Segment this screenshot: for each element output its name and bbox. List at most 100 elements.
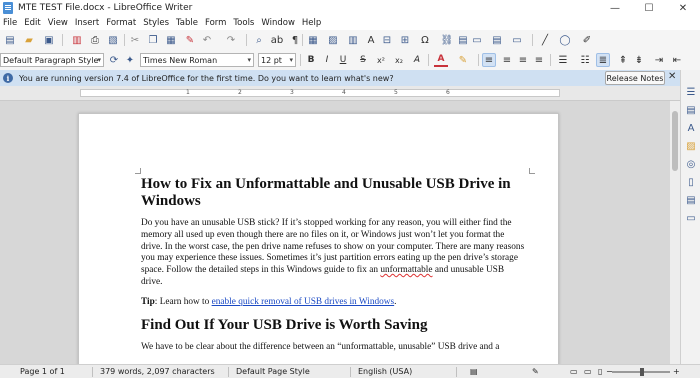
menu-insert[interactable]: Insert	[72, 18, 103, 28]
document-canvas[interactable]: How to Fix an Unformattable and Unusable…	[0, 101, 680, 364]
redo-icon[interactable]: ↷	[224, 33, 238, 47]
numbered-list-icon[interactable]: ☷	[578, 53, 592, 67]
styles-icon[interactable]: A	[685, 122, 697, 134]
increase-indent-icon[interactable]: ⇥	[652, 53, 666, 67]
menu-edit[interactable]: Edit	[21, 18, 44, 28]
document-body[interactable]: How to Fix an Unformattable and Unusable…	[141, 176, 526, 361]
zoom-slider-handle[interactable]	[640, 368, 644, 376]
minimize-icon[interactable]: —	[598, 0, 632, 16]
properties-icon[interactable]: ▤	[685, 104, 697, 116]
single-page-view-icon[interactable]: ▭	[570, 367, 578, 376]
underline-icon[interactable]: U	[336, 53, 350, 67]
menu-styles[interactable]: Styles	[140, 18, 173, 28]
paragraph-style-combo[interactable]: Default Paragraph Style ▾	[0, 53, 104, 67]
align-center-icon[interactable]: ≡	[500, 53, 514, 67]
update-style-icon[interactable]: ⟳	[107, 53, 121, 67]
insert-page-break-icon[interactable]: ⊟	[380, 33, 394, 47]
new-document-icon[interactable]: ▤	[3, 33, 17, 47]
scrollbar-thumb[interactable]	[672, 111, 678, 171]
bullet-list-icon[interactable]: ☰	[556, 53, 570, 67]
paste-icon[interactable]: ▦	[164, 33, 178, 47]
draw-functions-icon[interactable]: ✐	[580, 33, 594, 47]
spelling-icon[interactable]: ab	[270, 33, 284, 47]
save-icon[interactable]: ▣	[42, 33, 56, 47]
footnote-icon[interactable]: ▤	[456, 33, 470, 47]
insert-textbox-icon[interactable]: A	[364, 33, 378, 47]
basic-shapes-icon[interactable]: ◯	[558, 33, 572, 47]
maximize-icon[interactable]: ☐	[632, 0, 666, 16]
menu-file[interactable]: File	[0, 18, 21, 28]
menu-view[interactable]: View	[45, 18, 72, 28]
insert-line-icon[interactable]: ╱	[538, 33, 552, 47]
tip-link[interactable]: enable quick removal of USB drives in Wi…	[212, 297, 395, 307]
infobar-close-icon[interactable]: ✕	[668, 71, 676, 82]
line-spacing-icon[interactable]: ≣	[596, 53, 610, 67]
horizontal-ruler[interactable]: 1 2 3 4 5 6	[0, 86, 680, 101]
export-pdf-icon[interactable]: ▥	[70, 33, 84, 47]
strikethrough-icon[interactable]: S	[356, 53, 370, 67]
menu-format[interactable]: Format	[103, 18, 140, 28]
copy-icon[interactable]: ❐	[146, 33, 160, 47]
insert-mode-icon[interactable]: ▤	[470, 367, 478, 376]
menu-form[interactable]: Form	[202, 18, 230, 28]
language[interactable]: English (USA)	[358, 367, 412, 376]
special-character-icon[interactable]: Ω	[418, 33, 432, 47]
print-icon[interactable]: ⎙	[88, 33, 102, 47]
book-view-icon[interactable]: ▯	[598, 367, 602, 376]
justify-icon[interactable]: ≡	[532, 53, 546, 67]
track-changes-icon[interactable]: ▤	[490, 33, 504, 47]
navigator-icon[interactable]: ◎	[685, 158, 697, 170]
menu-tools[interactable]: Tools	[230, 18, 258, 28]
release-notes-button[interactable]: Release Notes	[605, 71, 665, 85]
insert-table-icon[interactable]: ▦	[306, 33, 320, 47]
formatting-marks-icon[interactable]: ¶	[288, 33, 302, 47]
insert-image-icon[interactable]: ▨	[326, 33, 340, 47]
word-count[interactable]: 379 words, 2,097 characters	[100, 367, 215, 376]
find-replace-icon[interactable]: ⌕	[252, 33, 266, 47]
insert-field-icon[interactable]: ⊞	[398, 33, 412, 47]
close-icon[interactable]: ✕	[666, 0, 700, 16]
decrease-indent-icon[interactable]: ⇤	[670, 53, 684, 67]
highlighting-icon[interactable]: ✎	[456, 53, 470, 67]
insert-chart-icon[interactable]: ▥	[346, 33, 360, 47]
formatting-toolbar: Default Paragraph Style ▾ ⟳ ✦ Times New …	[0, 50, 700, 70]
hyperlink-icon[interactable]: ⛓	[440, 33, 454, 47]
font-size-combo[interactable]: 12 pt ▾	[258, 53, 296, 67]
style-inspector-icon[interactable]: ▤	[685, 194, 697, 206]
misspelled-word[interactable]: unformattable	[380, 265, 432, 275]
tip-paragraph: Tip: Learn how to enable quick removal o…	[141, 297, 526, 309]
page-style[interactable]: Default Page Style	[236, 367, 310, 376]
superscript-icon[interactable]: x²	[374, 53, 388, 67]
page-count[interactable]: Page 1 of 1	[20, 367, 65, 376]
clone-formatting-icon[interactable]: ✎	[183, 33, 197, 47]
page-icon[interactable]: ▯	[685, 176, 697, 188]
font-name-combo[interactable]: Times New Roman ▾	[140, 53, 254, 67]
align-left-icon[interactable]: ≡	[482, 53, 496, 67]
manage-changes-icon[interactable]: ▭	[685, 212, 697, 224]
undo-icon[interactable]: ↶	[200, 33, 214, 47]
decrease-paragraph-spacing-icon[interactable]: ⇟	[632, 53, 646, 67]
signature-icon[interactable]: ✎	[532, 367, 539, 376]
menu-help[interactable]: Help	[299, 18, 325, 28]
clear-formatting-icon[interactable]: 𝘈	[410, 53, 424, 67]
menu-window[interactable]: Window	[258, 18, 299, 28]
subscript-icon[interactable]: x₂	[392, 53, 406, 67]
italic-icon[interactable]: I	[320, 53, 334, 67]
vertical-scrollbar[interactable]	[670, 101, 680, 364]
sidebar-menu-icon[interactable]: ☰	[685, 86, 697, 98]
gallery-icon[interactable]: ▨	[685, 140, 697, 152]
zoom-in-icon[interactable]: +	[673, 367, 680, 376]
bold-icon[interactable]: B	[304, 53, 318, 67]
print-preview-icon[interactable]: ▧	[106, 33, 120, 47]
header-footer-icon[interactable]: ▭	[510, 33, 524, 47]
font-color-icon[interactable]: A	[434, 53, 448, 67]
document-page[interactable]: How to Fix an Unformattable and Unusable…	[78, 113, 559, 364]
new-style-icon[interactable]: ✦	[123, 53, 137, 67]
align-right-icon[interactable]: ≡	[516, 53, 530, 67]
increase-paragraph-spacing-icon[interactable]: ⇞	[616, 53, 630, 67]
cut-icon[interactable]: ✂	[128, 33, 142, 47]
open-folder-icon[interactable]: ▰	[22, 33, 36, 47]
menu-table[interactable]: Table	[173, 18, 202, 28]
multi-page-view-icon[interactable]: ▭	[584, 367, 592, 376]
comment-icon[interactable]: ▭	[470, 33, 484, 47]
